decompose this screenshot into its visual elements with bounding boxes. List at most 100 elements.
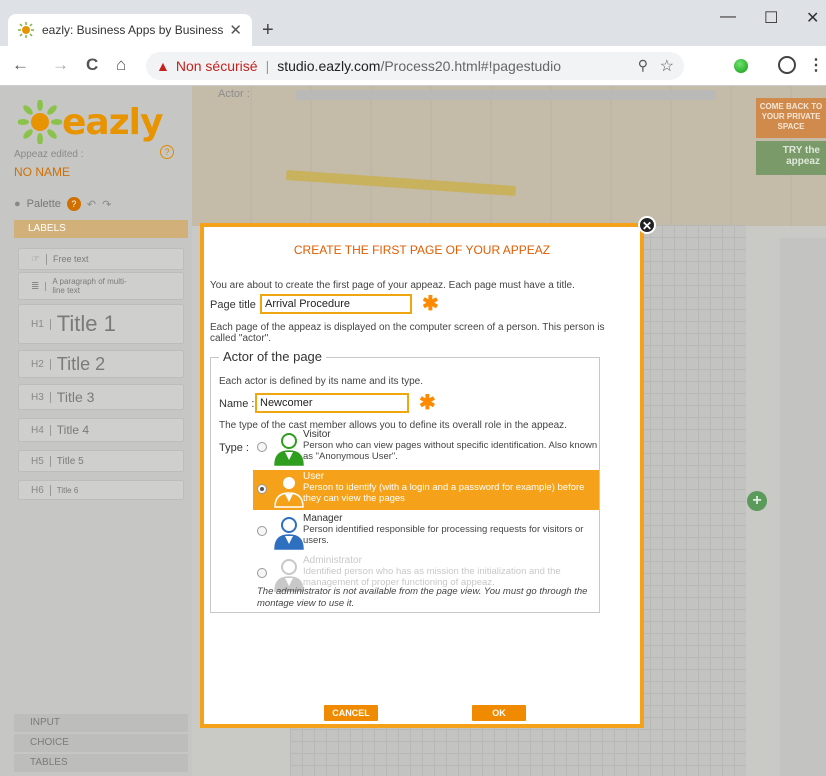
undo-icon[interactable]: ↶	[87, 198, 96, 211]
palette-item-label: Free text	[52, 254, 89, 264]
palette-item-label: Title 3	[56, 389, 95, 405]
ok-button[interactable]: OK	[472, 705, 526, 721]
warning-icon: ▲	[156, 58, 170, 74]
palette-item-title-6[interactable]: H6 Title 6	[18, 480, 184, 500]
zoom-icon[interactable]: ⚲	[638, 57, 648, 74]
close-dialog-icon[interactable]: ✕	[638, 216, 656, 234]
help-icon[interactable]: ?	[160, 145, 174, 159]
eazly-logo: eazly	[18, 100, 168, 146]
palette-item-label: Title 1	[56, 311, 116, 336]
free-text-icon: ☞	[31, 253, 47, 265]
browser-tabbar: eazly: Business Apps by Business ✕ + — ☐…	[0, 0, 826, 46]
palette-icon: ●	[14, 198, 21, 210]
option-description: Person to identify (with a login and a p…	[303, 482, 585, 504]
section-labels[interactable]: LABELS	[14, 220, 188, 238]
required-icon: ✱	[419, 392, 436, 414]
dialog-title: CREATE THE FIRST PAGE OF YOUR APPEAZ	[293, 243, 551, 257]
radio-button	[257, 568, 267, 578]
browser-tab[interactable]: eazly: Business Apps by Business ✕	[8, 14, 252, 46]
eazly-studio: Actor : COME BACK TO YOUR PRIVATE SPACE …	[0, 86, 826, 776]
option-title: Administrator	[303, 555, 362, 566]
actor-fieldset: Actor of the page Each actor is defined …	[210, 349, 600, 613]
page-title-label: Page title :	[210, 299, 262, 311]
h4-icon: H4	[31, 424, 51, 436]
palette-item-paragraph[interactable]: ≣ A paragraph of multi-line text	[18, 272, 184, 300]
url-host: studio.eazly.com	[277, 58, 381, 74]
back-icon[interactable]: ←	[12, 55, 29, 75]
not-secure-label[interactable]: Non sécurisé	[176, 58, 258, 74]
required-icon: ✱	[422, 293, 439, 315]
new-tab-button[interactable]: +	[262, 20, 274, 40]
name-label: Name :	[219, 398, 255, 410]
redo-icon[interactable]: ↷	[102, 198, 111, 211]
actor-type-option-manager[interactable]: Manager Person identified responsible for…	[253, 512, 599, 552]
try-appeaz-button[interactable]: TRY the appeaz	[756, 141, 826, 175]
h3-icon: H3	[31, 391, 51, 403]
palette-item-title-2[interactable]: H2 Title 2	[18, 350, 184, 378]
palette-item-title-1[interactable]: H1 Title 1	[18, 304, 184, 344]
dialog-intro: You are about to create the first page o…	[210, 280, 575, 291]
option-description: Person identified responsible for proces…	[303, 524, 584, 546]
actor-type-option-visitor[interactable]: Visitor Person who can view pages without…	[253, 428, 599, 468]
palette-item-label: A paragraph of multi-line text	[52, 277, 127, 295]
h5-icon: H5	[31, 455, 51, 467]
type-label: Type :	[219, 442, 249, 454]
eazly-favicon-icon	[18, 22, 34, 38]
palette-item-label: Title 6	[56, 485, 79, 495]
minimize-button[interactable]: —	[720, 8, 736, 26]
add-actor-button[interactable]: +	[747, 491, 767, 511]
option-title: User	[303, 471, 325, 482]
side-canvas-panel	[780, 238, 826, 776]
sun-logo-icon	[18, 100, 62, 144]
create-page-dialog: CREATE THE FIRST PAGE OF YOUR APPEAZ You…	[200, 223, 644, 728]
tab-title: eazly: Business Apps by Business	[42, 23, 224, 37]
url-field[interactable]: ▲ Non sécurisé | studio.eazly.com /Proce…	[146, 52, 684, 80]
paragraph-icon: ≣	[31, 281, 47, 291]
palette-item-label: Title 4	[56, 423, 90, 437]
page-title-input[interactable]	[260, 294, 412, 314]
manager-avatar-icon	[274, 517, 304, 550]
browser-menu-icon[interactable]: ⋮	[808, 55, 824, 75]
radio-button[interactable]	[257, 526, 267, 536]
appeaz-name: NO NAME	[14, 165, 71, 179]
maximize-button[interactable]: ☐	[764, 8, 778, 28]
cancel-button[interactable]: CANCEL	[324, 705, 378, 721]
palette-item-title-5[interactable]: H5 Title 5	[18, 450, 184, 472]
actor-scrollbar[interactable]	[296, 90, 716, 100]
back-to-private-space-button[interactable]: COME BACK TO YOUR PRIVATE SPACE	[756, 98, 826, 138]
actor-legend: Actor of the page	[219, 349, 327, 364]
section-tables[interactable]: TABLES	[14, 754, 188, 772]
actor-name-input[interactable]	[255, 393, 409, 413]
close-window-button[interactable]: ✕	[806, 8, 819, 28]
tab-close-icon[interactable]: ✕	[229, 21, 242, 39]
address-toolbar: ← → C ⌂ ▲ Non sécurisé | studio.eazly.co…	[0, 46, 826, 86]
palette-item-title-4[interactable]: H4 Title 4	[18, 418, 184, 442]
forward-icon[interactable]: →	[52, 55, 69, 75]
palette-item-label: Title 5	[56, 455, 84, 467]
palette-help-icon[interactable]: ?	[66, 197, 81, 211]
actor-info: Each page of the appeaz is displayed on …	[210, 322, 605, 344]
h1-icon: H1	[31, 318, 51, 330]
sidebar: eazly Appeaz edited : ? NO NAME ● Palett…	[0, 86, 192, 776]
section-choice[interactable]: CHOICE	[14, 734, 188, 752]
actor-type-option-user[interactable]: User Person to identify (with a login and…	[253, 470, 599, 510]
option-title: Visitor	[303, 429, 331, 440]
bookmark-star-icon[interactable]: ☆	[660, 56, 674, 76]
reload-icon[interactable]: C	[86, 55, 98, 75]
profile-icon[interactable]	[778, 56, 796, 74]
palette-label: Palette	[26, 198, 61, 210]
palette-item-free-text[interactable]: ☞ Free text	[18, 248, 184, 270]
logo-text: eazly	[62, 102, 163, 143]
administrator-note: The administrator is not available from …	[257, 586, 588, 609]
radio-button[interactable]	[257, 442, 267, 452]
extension-icon[interactable]	[734, 59, 748, 73]
option-description: Person who can view pages without specif…	[303, 440, 598, 462]
radio-button[interactable]	[257, 484, 267, 494]
section-input[interactable]: INPUT	[14, 714, 188, 732]
palette-toolbar: ● Palette ? ↶ ↷	[14, 197, 111, 211]
palette-item-title-3[interactable]: H3 Title 3	[18, 384, 184, 410]
home-icon[interactable]: ⌂	[116, 55, 126, 75]
user-avatar-icon	[274, 475, 304, 508]
url-path: /Process20.html#!pagestudio	[380, 58, 561, 74]
actor-definition: Each actor is defined by its name and it…	[219, 376, 423, 387]
